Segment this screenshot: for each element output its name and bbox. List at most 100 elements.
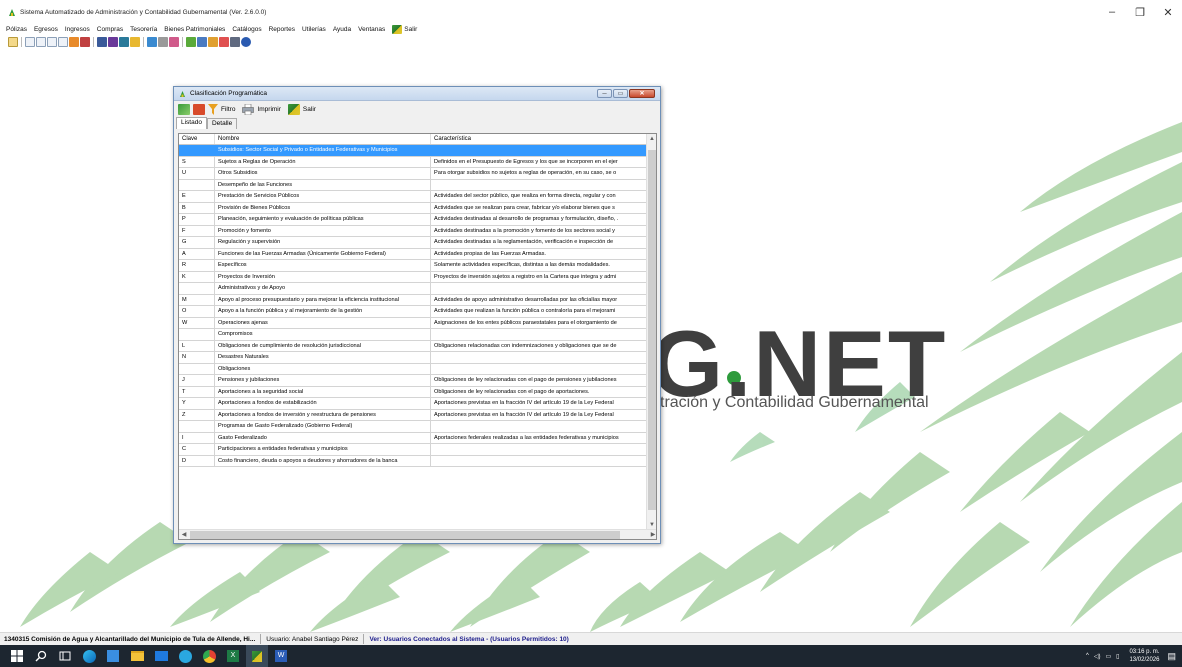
network-icon[interactable]: ▭ bbox=[1105, 653, 1111, 660]
task-view-icon[interactable] bbox=[54, 645, 76, 667]
doc-icon[interactable] bbox=[25, 37, 35, 47]
folder-icon[interactable] bbox=[130, 37, 140, 47]
table-row[interactable]: Administrativos y de Apoyo bbox=[179, 283, 647, 295]
horizontal-scroll-thumb[interactable] bbox=[190, 531, 620, 539]
chrome-icon[interactable] bbox=[198, 645, 220, 667]
data-grid[interactable]: Clave Nombre Característica Subsidios: S… bbox=[178, 133, 657, 540]
column-header-caracteristica[interactable]: Característica bbox=[431, 134, 647, 144]
key-icon[interactable] bbox=[208, 37, 218, 47]
menu-compras[interactable]: Compras bbox=[97, 26, 123, 33]
table-row[interactable]: J Pensiones y jubilaciones Obligaciones de… bbox=[179, 375, 647, 387]
database-icon[interactable] bbox=[230, 37, 240, 47]
report-icon[interactable] bbox=[69, 37, 79, 47]
sacg-app-icon[interactable] bbox=[246, 645, 268, 667]
close-button[interactable]: ✕ bbox=[1154, 0, 1182, 24]
users-icon[interactable] bbox=[169, 37, 179, 47]
table-row[interactable]: F Promoción y fomento Actividades destinad… bbox=[179, 225, 647, 237]
table-row[interactable]: U Otros Subsidios Para otorgar subsidios n… bbox=[179, 168, 647, 180]
table-row[interactable]: E Prestación de Servicios Públicos Activid… bbox=[179, 191, 647, 203]
bank-icon[interactable] bbox=[119, 37, 129, 47]
search-icon[interactable] bbox=[30, 645, 52, 667]
exit-icon[interactable] bbox=[287, 103, 300, 115]
start-windows-icon[interactable] bbox=[6, 645, 28, 667]
clock[interactable]: 03:16 p. m. 13/02/2026 bbox=[1129, 648, 1159, 664]
filter-button-label[interactable]: Filtro bbox=[221, 106, 235, 113]
mail-app-icon[interactable] bbox=[150, 645, 172, 667]
export-excel-icon[interactable] bbox=[178, 103, 190, 115]
window-title-bar[interactable]: Clasificación Programática ─ ▭ ✕ bbox=[174, 87, 660, 101]
menu-tesoreria[interactable]: Tesorería bbox=[130, 26, 157, 33]
mail-icon[interactable] bbox=[219, 37, 229, 47]
table-row[interactable]: B Provisión de Bienes Públicos Actividades… bbox=[179, 202, 647, 214]
table-row[interactable]: Subsidios: Sector Social y Privado o Ent… bbox=[179, 145, 647, 157]
excel-icon[interactable]: X bbox=[222, 645, 244, 667]
menu-polizas[interactable]: Pólizas bbox=[6, 26, 27, 33]
menu-catalogos[interactable]: Catálogos bbox=[232, 26, 261, 33]
word-icon[interactable]: W bbox=[270, 645, 292, 667]
table-row[interactable]: W Operaciones ajenas Asignaciones de los e… bbox=[179, 317, 647, 329]
vertical-scrollbar[interactable]: ▲ ▼ bbox=[646, 134, 656, 530]
table-row[interactable]: T Aportaciones a la seguridad social Oblig… bbox=[179, 386, 647, 398]
filter-icon[interactable] bbox=[208, 103, 218, 115]
grid-icon[interactable] bbox=[197, 37, 207, 47]
scroll-up-arrow-icon[interactable]: ▲ bbox=[647, 134, 656, 144]
table-row[interactable]: C Participaciones a entidades federativas… bbox=[179, 444, 647, 456]
battery-icon[interactable]: ▯ bbox=[1116, 653, 1119, 660]
table-row[interactable]: Desempeño de las Funciones bbox=[179, 179, 647, 191]
menu-utilerias[interactable]: Utilerías bbox=[302, 26, 326, 33]
table-row[interactable]: N Desastres Naturales bbox=[179, 352, 647, 364]
minimize-button[interactable]: – bbox=[1098, 0, 1126, 24]
menu-ayuda[interactable]: Ayuda bbox=[333, 26, 351, 33]
tab-detalle[interactable]: Detalle bbox=[206, 118, 238, 129]
photos-app-icon[interactable] bbox=[174, 645, 196, 667]
window-maximize-button[interactable]: ▭ bbox=[613, 89, 628, 98]
table-row[interactable]: G Regulación y supervisión Actividades des… bbox=[179, 237, 647, 249]
table-row[interactable]: Compromisos bbox=[179, 329, 647, 341]
menu-ventanas[interactable]: Ventanas bbox=[358, 26, 385, 33]
table-row[interactable]: Z Aportaciones a fondos de inversión y re… bbox=[179, 409, 647, 421]
scroll-right-arrow-icon[interactable]: ▶ bbox=[648, 530, 656, 539]
tree-icon[interactable] bbox=[186, 37, 196, 47]
tab-listado[interactable]: Listado bbox=[176, 117, 207, 129]
menu-reportes[interactable]: Reportes bbox=[269, 26, 295, 33]
table-row[interactable]: Y Aportaciones a fondos de estabilización… bbox=[179, 398, 647, 410]
menu-salir[interactable]: Salir bbox=[392, 24, 417, 34]
file-explorer-icon[interactable] bbox=[126, 645, 148, 667]
exit-button-label[interactable]: Salir bbox=[303, 106, 316, 113]
column-header-clave[interactable]: Clave bbox=[179, 134, 215, 144]
horizontal-scrollbar[interactable]: ◀ ▶ bbox=[179, 529, 656, 539]
maximize-button[interactable]: ❐ bbox=[1126, 0, 1154, 24]
calendar-icon[interactable] bbox=[97, 37, 107, 47]
table-row[interactable]: Obligaciones bbox=[179, 363, 647, 375]
tools-icon[interactable] bbox=[158, 37, 168, 47]
volume-icon[interactable]: ◁) bbox=[1094, 653, 1101, 660]
vertical-scroll-thumb[interactable] bbox=[648, 150, 656, 510]
edge-icon[interactable] bbox=[78, 645, 100, 667]
table-row[interactable]: R Específicos Solamente actividades especí… bbox=[179, 260, 647, 272]
window-close-button[interactable]: ✕ bbox=[629, 89, 655, 98]
menu-bienes-patrimoniales[interactable]: Bienes Patrimoniales bbox=[164, 26, 225, 33]
status-connected-users[interactable]: Ver: Usuarios Conectados al Sistema - (U… bbox=[369, 636, 568, 643]
window-minimize-button[interactable]: ─ bbox=[597, 89, 612, 98]
tray-chevron-icon[interactable]: ^ bbox=[1086, 653, 1089, 659]
notifications-icon[interactable]: ▤ bbox=[1167, 651, 1176, 662]
book-icon[interactable] bbox=[147, 37, 157, 47]
delete-icon[interactable] bbox=[193, 103, 205, 115]
store-icon[interactable] bbox=[102, 645, 124, 667]
settings-icon[interactable] bbox=[80, 37, 90, 47]
help-icon[interactable] bbox=[241, 37, 251, 47]
column-header-nombre[interactable]: Nombre bbox=[215, 134, 431, 144]
table-row[interactable]: O Apoyo a la función pública y al mejoram… bbox=[179, 306, 647, 318]
table-row[interactable]: L Obligaciones de cumplimiento de resoluc… bbox=[179, 340, 647, 352]
print-button-label[interactable]: Imprimir bbox=[257, 106, 280, 113]
chart-icon[interactable] bbox=[108, 37, 118, 47]
table-row[interactable]: Programas de Gasto Federalizado (Gobiern… bbox=[179, 421, 647, 433]
doc-list-icon[interactable] bbox=[47, 37, 57, 47]
table-row[interactable]: M Apoyo al proceso presupuestario y para … bbox=[179, 294, 647, 306]
menu-ingresos[interactable]: Ingresos bbox=[65, 26, 90, 33]
scroll-left-arrow-icon[interactable]: ◀ bbox=[179, 530, 189, 539]
table-row[interactable]: S Sujetos a Reglas de Operación Definidos … bbox=[179, 156, 647, 168]
menu-egresos[interactable]: Egresos bbox=[34, 26, 58, 33]
doc-check-icon[interactable] bbox=[58, 37, 68, 47]
printer-icon[interactable] bbox=[242, 103, 255, 115]
